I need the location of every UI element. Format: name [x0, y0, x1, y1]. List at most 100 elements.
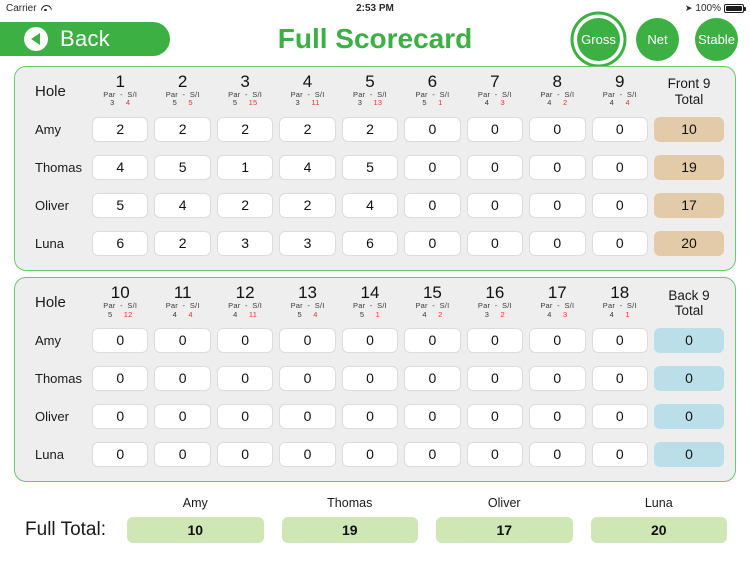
score-input[interactable]: 0	[404, 441, 461, 467]
tab-gross[interactable]: Gross	[577, 18, 620, 61]
score-input[interactable]: 0	[529, 327, 586, 353]
score-input[interactable]: 4	[154, 192, 211, 218]
score-input[interactable]: 0	[404, 365, 461, 391]
score-input[interactable]: 0	[529, 154, 586, 180]
score-input[interactable]: 0	[216, 327, 274, 353]
score-input[interactable]: 6	[92, 230, 149, 256]
chevron-left-circle-icon	[24, 27, 48, 51]
tab-net[interactable]: Net	[636, 18, 679, 61]
score-input[interactable]: 0	[92, 327, 149, 353]
score-cell: 0	[589, 435, 652, 473]
score-input[interactable]: 0	[216, 403, 274, 429]
score-input[interactable]: 0	[92, 365, 149, 391]
score-input[interactable]: 0	[404, 403, 461, 429]
score-input[interactable]: 0	[591, 327, 648, 353]
score-input[interactable]: 0	[466, 192, 524, 218]
score-input[interactable]: 0	[466, 327, 524, 353]
table-row: Amy 2 2 2 2 2 0 0 0 0 10	[23, 110, 727, 148]
score-input[interactable]: 0	[529, 116, 586, 142]
score-input[interactable]: 0	[466, 403, 524, 429]
stroke-index-value: 2	[500, 309, 505, 319]
score-cell: 0	[401, 110, 463, 148]
score-input[interactable]: 0	[591, 403, 648, 429]
score-input[interactable]: 2	[216, 192, 274, 218]
score-input[interactable]: 2	[92, 116, 149, 142]
score-input[interactable]: 0	[529, 441, 586, 467]
score-cell: 1	[214, 148, 276, 186]
score-input[interactable]: 0	[466, 230, 524, 256]
tab-net-button[interactable]: Net	[636, 18, 679, 61]
score-input[interactable]: 0	[529, 192, 586, 218]
stroke-index-value: 4	[125, 98, 131, 108]
score-input[interactable]: 0	[341, 403, 399, 429]
score-input[interactable]: 0	[279, 327, 336, 353]
score-cell: 0	[214, 397, 276, 435]
score-input[interactable]: 0	[591, 116, 648, 142]
score-input[interactable]: 2	[154, 116, 211, 142]
battery-full-icon	[724, 3, 746, 13]
score-input[interactable]: 0	[404, 230, 461, 256]
score-input[interactable]: 5	[341, 154, 399, 180]
score-input[interactable]: 0	[591, 154, 648, 180]
score-input[interactable]: 0	[591, 230, 648, 256]
score-input[interactable]: 0	[154, 441, 211, 467]
score-input[interactable]: 4	[279, 154, 336, 180]
score-input[interactable]: 0	[466, 154, 524, 180]
score-input[interactable]: 6	[341, 230, 399, 256]
score-input[interactable]: 0	[341, 327, 399, 353]
back-button[interactable]: Back	[0, 22, 170, 56]
total-cell: 0	[651, 397, 727, 435]
tab-gross-label: Gross	[581, 32, 616, 47]
par-si-values: 4 2	[526, 99, 588, 108]
par-si-values: 5 1	[339, 310, 401, 320]
score-input[interactable]: 3	[216, 230, 274, 256]
score-input[interactable]: 4	[341, 192, 399, 218]
tab-stable[interactable]: Stable	[695, 18, 738, 61]
score-input[interactable]: 5	[92, 192, 149, 218]
score-input[interactable]: 0	[529, 365, 586, 391]
score-input[interactable]: 0	[154, 327, 211, 353]
score-input[interactable]: 0	[591, 192, 648, 218]
score-input[interactable]: 2	[279, 116, 336, 142]
score-input[interactable]: 0	[341, 365, 399, 391]
score-input[interactable]: 0	[279, 365, 336, 391]
score-input[interactable]: 0	[216, 365, 274, 391]
score-input[interactable]: 2	[154, 230, 211, 256]
score-input[interactable]: 0	[404, 327, 461, 353]
score-input[interactable]: 1	[216, 154, 274, 180]
score-input[interactable]: 3	[279, 230, 336, 256]
score-input[interactable]: 0	[466, 116, 524, 142]
score-input[interactable]: 0	[529, 403, 586, 429]
navigation-bar: Back Full Scorecard Gross Net Stable	[0, 16, 750, 62]
score-input[interactable]: 2	[341, 116, 399, 142]
score-input[interactable]: 0	[591, 365, 648, 391]
hole-column-header: 18 Par - S/I 4 1	[589, 284, 652, 321]
score-input[interactable]: 0	[216, 441, 274, 467]
table-header-row: Hole 1 Par - S/I 3 4 2 Par - S/I 5 5 3 Par - S/…	[23, 73, 727, 110]
score-input[interactable]: 0	[404, 154, 461, 180]
score-input[interactable]: 0	[466, 441, 524, 467]
tab-stable-button[interactable]: Stable	[695, 18, 738, 61]
score-input[interactable]: 0	[341, 441, 399, 467]
tab-gross-button[interactable]: Gross	[577, 18, 620, 61]
score-input[interactable]: 0	[466, 365, 524, 391]
score-cell: 0	[464, 321, 526, 359]
hole-number: 11	[173, 283, 192, 303]
score-input[interactable]: 0	[92, 403, 149, 429]
score-input[interactable]: 0	[279, 441, 336, 467]
score-input[interactable]: 2	[216, 116, 274, 142]
stroke-index-value: 2	[562, 98, 568, 108]
score-input[interactable]: 0	[591, 441, 648, 467]
score-input[interactable]: 5	[154, 154, 211, 180]
score-input[interactable]: 0	[404, 192, 461, 218]
score-input[interactable]: 2	[279, 192, 336, 218]
score-input[interactable]: 0	[154, 365, 211, 391]
score-input[interactable]: 0	[154, 403, 211, 429]
score-cell: 4	[151, 186, 213, 224]
table-row: Luna 6 2 3 3 6 0 0 0 0 20	[23, 224, 727, 262]
score-input[interactable]: 4	[92, 154, 149, 180]
score-input[interactable]: 0	[279, 403, 336, 429]
score-input[interactable]: 0	[92, 441, 149, 467]
score-input[interactable]: 0	[529, 230, 586, 256]
score-input[interactable]: 0	[404, 116, 461, 142]
